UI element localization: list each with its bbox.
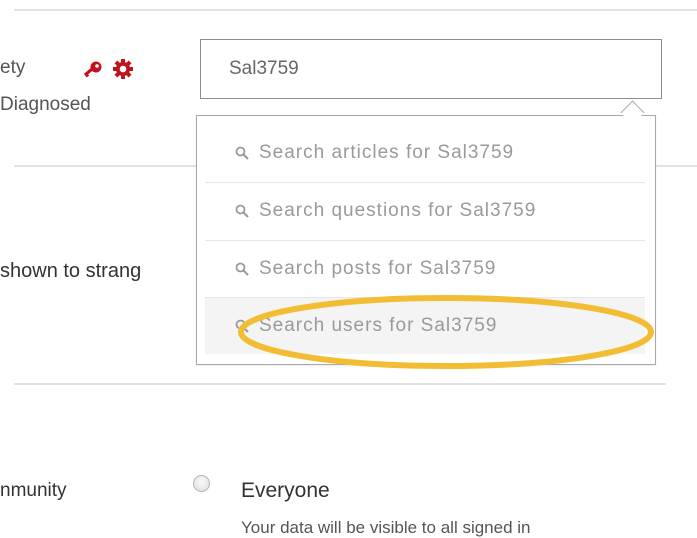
everyone-option-label[interactable]: Everyone [241, 479, 330, 503]
search-articles-label: Search articles for Sal3759 [259, 142, 515, 163]
search-input[interactable] [200, 39, 662, 99]
search-icon [225, 262, 259, 276]
community-label-fragment: nmunity [0, 480, 67, 501]
search-questions-label: Search questions for Sal3759 [259, 200, 537, 221]
section-divider-2 [14, 383, 666, 385]
search-posts-label: Search posts for Sal3759 [259, 258, 497, 279]
search-users-option[interactable]: Search users for Sal3759 [205, 298, 645, 354]
privacy-label-fragment: shown to strang [0, 260, 142, 282]
search-icon [225, 146, 259, 160]
search-suggestions-dropdown: Search articles for Sal3759 Search quest… [196, 115, 656, 365]
profile-status-fragment: Diagnosed [0, 94, 91, 115]
everyone-radio[interactable] [193, 475, 210, 492]
search-icon [225, 319, 259, 333]
search-posts-option[interactable]: Search posts for Sal3759 [205, 241, 645, 297]
key-icon[interactable] [80, 60, 104, 85]
search-articles-option[interactable]: Search articles for Sal3759 [205, 125, 645, 181]
everyone-option-description: Your data will be visible to all signed … [241, 518, 531, 537]
search-icon [225, 204, 259, 218]
search-users-label: Search users for Sal3759 [259, 315, 498, 336]
gear-icon[interactable] [112, 58, 134, 85]
top-divider [14, 9, 697, 11]
profile-name-fragment: ety [0, 57, 26, 78]
search-questions-option[interactable]: Search questions for Sal3759 [205, 183, 645, 239]
